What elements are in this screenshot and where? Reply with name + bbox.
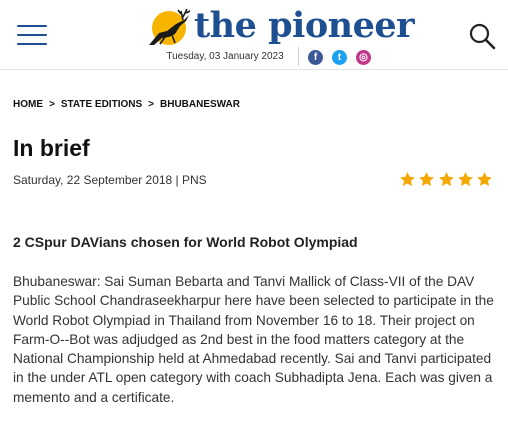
breadcrumb-home[interactable]: HOME <box>13 99 43 110</box>
twitter-icon[interactable]: t <box>332 50 347 65</box>
star-icon[interactable] <box>399 171 416 188</box>
facebook-icon[interactable]: f <box>308 50 323 65</box>
breadcrumb-separator: > <box>148 99 154 110</box>
search-icon[interactable] <box>468 22 496 50</box>
article-headline: 2 CSpur DAVians chosen for World Robot O… <box>13 234 358 250</box>
breadcrumb-state-editions[interactable]: STATE EDITIONS <box>61 99 142 110</box>
article-meta: Saturday, 22 September 2018 | PNS <box>13 173 207 187</box>
breadcrumb-separator: > <box>49 99 55 110</box>
menu-line <box>17 43 47 45</box>
site-header: the pioneer Tuesday, 03 January 2023 f t… <box>0 0 508 70</box>
deer-logo-icon <box>149 8 191 45</box>
menu-line <box>17 34 47 36</box>
current-date: Tuesday, 03 January 2023 <box>166 51 284 62</box>
instagram-icon[interactable]: ◎ <box>356 50 371 65</box>
star-icon[interactable] <box>438 171 455 188</box>
star-icon[interactable] <box>476 171 493 188</box>
star-icon[interactable] <box>418 171 435 188</box>
site-logo[interactable]: the pioneer <box>145 4 415 48</box>
menu-line <box>17 25 47 27</box>
star-icon[interactable] <box>457 171 474 188</box>
breadcrumb: HOME > STATE EDITIONS > BHUBANESWAR <box>13 99 240 110</box>
page-title: In brief <box>13 135 90 161</box>
breadcrumb-bhubaneswar[interactable]: BHUBANESWAR <box>160 99 240 110</box>
logo-text: the pioneer <box>194 5 415 46</box>
hamburger-menu-icon[interactable] <box>17 25 47 45</box>
article-body: Bhubaneswar: Sai Suman Bebarta and Tanvi… <box>13 274 494 405</box>
divider <box>298 47 299 66</box>
star-rating[interactable] <box>399 171 499 189</box>
